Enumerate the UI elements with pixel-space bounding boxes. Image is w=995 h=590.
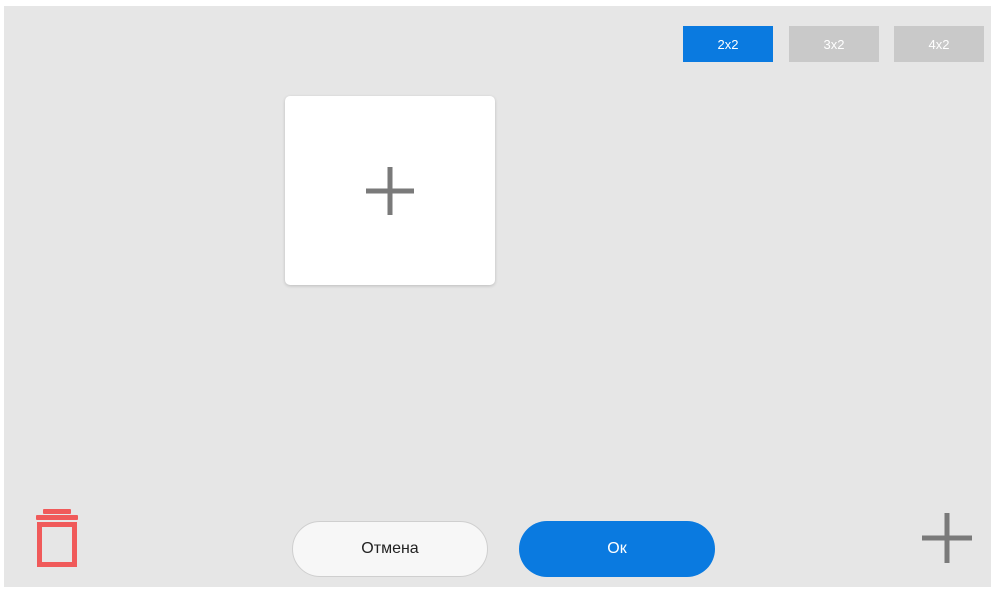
layout-2x2-button[interactable]: 2x2 [683, 26, 773, 62]
plus-icon [922, 513, 972, 567]
ok-button[interactable]: Ок [519, 521, 715, 577]
cancel-button[interactable]: Отмена [292, 521, 488, 577]
plus-icon [366, 166, 414, 215]
add-button[interactable] [922, 513, 972, 563]
layout-editor-screen: 2x2 3x2 4x2 Отмена Ок [4, 6, 991, 587]
add-widget-tile[interactable] [285, 96, 495, 285]
layout-4x2-button[interactable]: 4x2 [894, 26, 984, 62]
trash-icon[interactable] [34, 509, 80, 567]
layout-3x2-button[interactable]: 3x2 [789, 26, 879, 62]
